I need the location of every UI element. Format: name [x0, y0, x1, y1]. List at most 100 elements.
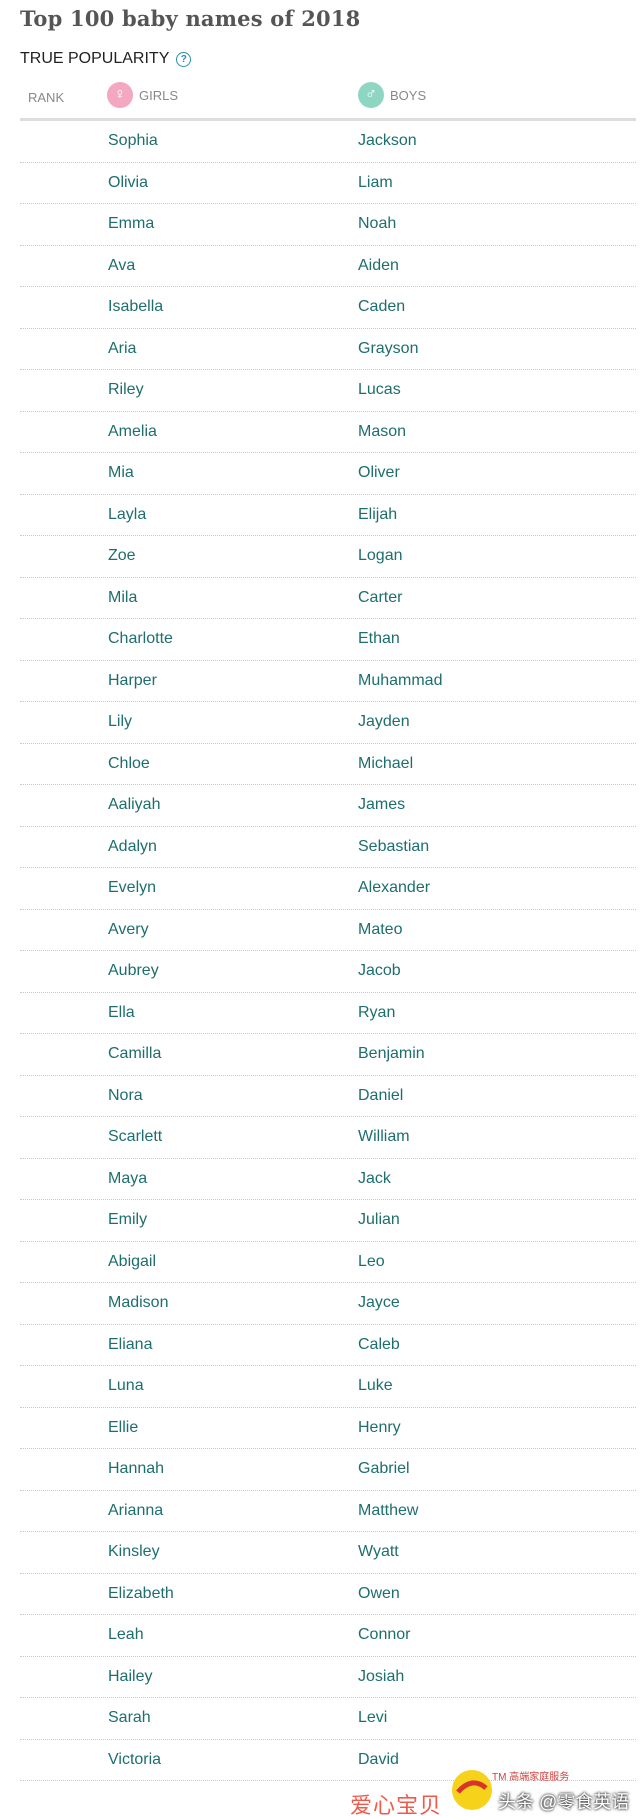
- boy-name-link[interactable]: Sebastian: [358, 838, 429, 856]
- boy-name-link[interactable]: Julian: [358, 1211, 400, 1229]
- boy-name-link[interactable]: Michael: [358, 755, 413, 773]
- boy-name-link[interactable]: Jayce: [358, 1294, 400, 1312]
- watermark-left-text: 爱心宝贝: [350, 1794, 443, 1816]
- boy-name-link[interactable]: Daniel: [358, 1087, 403, 1105]
- table-row: Arianna Matthew: [20, 1491, 636, 1532]
- table-row: Ella Ryan: [20, 993, 636, 1034]
- help-question-icon[interactable]: ?: [176, 51, 192, 67]
- girl-name-link[interactable]: Arianna: [108, 1502, 163, 1520]
- boy-name-link[interactable]: Wyatt: [358, 1543, 399, 1561]
- table-row: Victoria David: [20, 1740, 636, 1781]
- boy-name-link[interactable]: Jack: [358, 1170, 391, 1188]
- watermark-right-text: 头条 @零食英语: [498, 1792, 630, 1812]
- table-row: Eliana Caleb: [20, 1325, 636, 1366]
- boy-name-link[interactable]: Owen: [358, 1585, 400, 1603]
- table-row: Maya Jack: [20, 1159, 636, 1200]
- boy-name-link[interactable]: David: [358, 1751, 399, 1769]
- girl-name-link[interactable]: Emily: [108, 1211, 147, 1229]
- boy-name-link[interactable]: Levi: [358, 1709, 387, 1727]
- girl-name-link[interactable]: Elizabeth: [108, 1585, 174, 1603]
- boy-name-link[interactable]: Gabriel: [358, 1460, 410, 1478]
- boy-name-link[interactable]: Lucas: [358, 381, 401, 399]
- boy-name-link[interactable]: Jackson: [358, 132, 417, 150]
- rank-column-header[interactable]: RANK: [28, 90, 64, 105]
- boy-name-link[interactable]: James: [358, 796, 405, 814]
- boy-name-link[interactable]: Oliver: [358, 464, 400, 482]
- girl-name-link[interactable]: Hannah: [108, 1460, 164, 1478]
- girl-name-link[interactable]: Sarah: [108, 1709, 151, 1727]
- girl-name-link[interactable]: Ava: [108, 257, 135, 275]
- girl-name-link[interactable]: Scarlett: [108, 1128, 162, 1146]
- table-row: Charlotte Ethan: [20, 619, 636, 661]
- girl-name-link[interactable]: Olivia: [108, 174, 148, 192]
- girl-name-link[interactable]: Camilla: [108, 1045, 161, 1063]
- table-row: Chloe Michael: [20, 744, 636, 785]
- girl-name-link[interactable]: Mia: [108, 464, 134, 482]
- girl-name-link[interactable]: Mila: [108, 589, 137, 607]
- girl-name-link[interactable]: Lily: [108, 713, 132, 731]
- boy-name-link[interactable]: Grayson: [358, 340, 418, 358]
- boy-name-link[interactable]: Ethan: [358, 630, 400, 648]
- boy-name-link[interactable]: Matthew: [358, 1502, 418, 1520]
- table-row: Avery Mateo: [20, 910, 636, 951]
- girl-name-link[interactable]: Aria: [108, 340, 136, 358]
- table-row: Zoe Logan: [20, 536, 636, 578]
- girl-name-link[interactable]: Eliana: [108, 1336, 152, 1354]
- girl-name-link[interactable]: Emma: [108, 215, 154, 233]
- girl-name-link[interactable]: Zoe: [108, 547, 136, 565]
- girls-column-header[interactable]: ♀ GIRLS: [107, 82, 178, 108]
- boy-name-link[interactable]: Leo: [358, 1253, 385, 1271]
- boy-name-link[interactable]: Liam: [358, 174, 393, 192]
- boy-name-link[interactable]: Mason: [358, 423, 406, 441]
- girl-name-link[interactable]: Hailey: [108, 1668, 152, 1686]
- girl-name-link[interactable]: Nora: [108, 1087, 143, 1105]
- boy-name-link[interactable]: William: [358, 1128, 410, 1146]
- girl-name-link[interactable]: Layla: [108, 506, 146, 524]
- girl-name-link[interactable]: Luna: [108, 1377, 144, 1395]
- boy-name-link[interactable]: Elijah: [358, 506, 397, 524]
- girl-name-link[interactable]: Madison: [108, 1294, 168, 1312]
- girl-name-link[interactable]: Victoria: [108, 1751, 161, 1769]
- boy-name-link[interactable]: Josiah: [358, 1668, 404, 1686]
- girl-name-link[interactable]: Ella: [108, 1004, 135, 1022]
- table-row: Lily Jayden: [20, 702, 636, 744]
- table-row: Leah Connor: [20, 1615, 636, 1657]
- table-row: Olivia Liam: [20, 163, 636, 204]
- boy-name-link[interactable]: Henry: [358, 1419, 401, 1437]
- boy-name-link[interactable]: Aiden: [358, 257, 399, 275]
- boy-name-link[interactable]: Logan: [358, 547, 403, 565]
- girl-name-link[interactable]: Adalyn: [108, 838, 157, 856]
- girl-name-link[interactable]: Sophia: [108, 132, 158, 150]
- girl-name-link[interactable]: Harper: [108, 672, 157, 690]
- girl-name-link[interactable]: Aubrey: [108, 962, 159, 980]
- boy-name-link[interactable]: Caleb: [358, 1336, 400, 1354]
- true-popularity-heading: TRUE POPULARITY ?: [20, 50, 192, 68]
- boy-name-link[interactable]: Benjamin: [358, 1045, 425, 1063]
- boy-name-link[interactable]: Connor: [358, 1626, 410, 1644]
- boy-name-link[interactable]: Alexander: [358, 879, 430, 897]
- boys-column-header[interactable]: ♂ BOYS: [358, 82, 426, 108]
- boy-name-link[interactable]: Jacob: [358, 962, 401, 980]
- girl-name-link[interactable]: Evelyn: [108, 879, 156, 897]
- boy-name-link[interactable]: Mateo: [358, 921, 402, 939]
- girl-name-link[interactable]: Charlotte: [108, 630, 173, 648]
- boy-name-link[interactable]: Ryan: [358, 1004, 395, 1022]
- boy-name-link[interactable]: Luke: [358, 1377, 393, 1395]
- girl-name-link[interactable]: Riley: [108, 381, 144, 399]
- boy-name-link[interactable]: Carter: [358, 589, 402, 607]
- girls-column-label: GIRLS: [139, 87, 179, 103]
- girl-name-link[interactable]: Abigail: [108, 1253, 156, 1271]
- girl-name-link[interactable]: Avery: [108, 921, 149, 939]
- girl-name-link[interactable]: Maya: [108, 1170, 147, 1188]
- boy-name-link[interactable]: Noah: [358, 215, 396, 233]
- boy-name-link[interactable]: Muhammad: [358, 672, 442, 690]
- girl-name-link[interactable]: Chloe: [108, 755, 150, 773]
- boy-name-link[interactable]: Jayden: [358, 713, 410, 731]
- girl-name-link[interactable]: Amelia: [108, 423, 157, 441]
- girl-name-link[interactable]: Aaliyah: [108, 796, 160, 814]
- girl-name-link[interactable]: Isabella: [108, 298, 163, 316]
- girl-name-link[interactable]: Kinsley: [108, 1543, 160, 1561]
- girl-name-link[interactable]: Ellie: [108, 1419, 138, 1437]
- boy-name-link[interactable]: Caden: [358, 298, 405, 316]
- girl-name-link[interactable]: Leah: [108, 1626, 144, 1644]
